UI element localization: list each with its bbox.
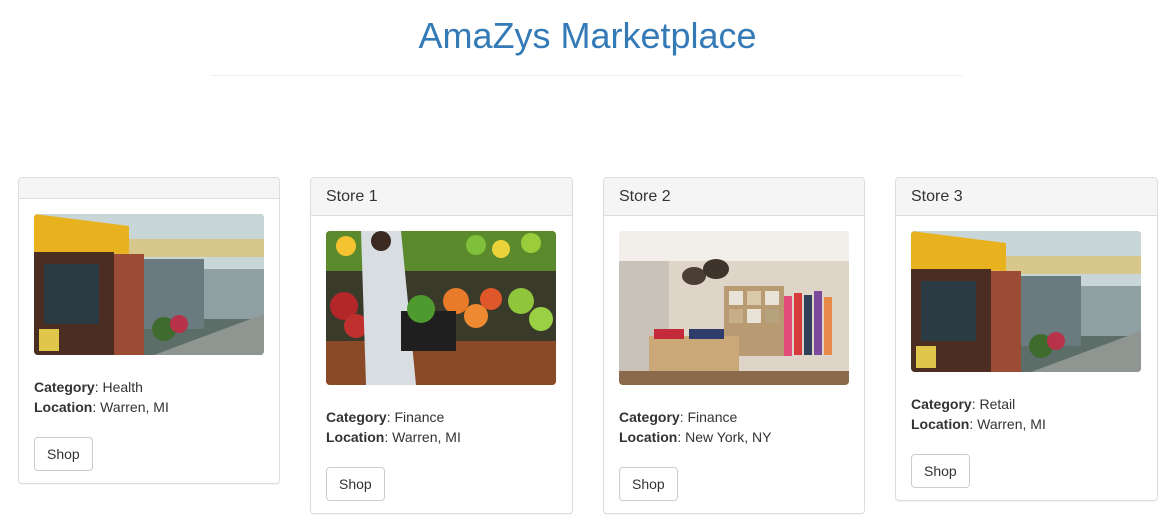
category-value: Finance [687, 409, 738, 425]
store-details: Category: Health Location: Warren, MI [34, 377, 264, 417]
category-row: Category: Finance [619, 409, 738, 425]
location-value: Warren, MI [392, 429, 461, 445]
shop-button[interactable]: Shop [34, 437, 93, 471]
store-card: Store 2 Category: Finance Location: New … [603, 177, 865, 514]
store-details: Category: Retail Location: Warren, MI [911, 394, 1142, 434]
location-value: Warren, MI [977, 416, 1046, 432]
store-card-body: Category: Finance Location: Warren, MI S… [311, 216, 572, 516]
storefront-image [911, 231, 1141, 372]
store-card-body: Category: Finance Location: New York, NY… [604, 216, 864, 516]
category-label: Category [619, 409, 680, 425]
category-row: Category: Finance [326, 409, 445, 425]
location-label: Location [619, 429, 678, 445]
store-card-heading: Store 2 [604, 178, 864, 216]
location-value: Warren, MI [100, 399, 169, 415]
location-row: Location: Warren, MI [34, 399, 169, 415]
category-value: Retail [979, 396, 1016, 412]
location-value: New York, NY [685, 429, 772, 445]
category-label: Category [34, 379, 95, 395]
store-card-body: Category: Health Location: Warren, MI Sh… [19, 199, 279, 486]
location-row: Location: New York, NY [619, 429, 772, 445]
store-card-body: Category: Retail Location: Warren, MI Sh… [896, 216, 1157, 503]
location-row: Location: Warren, MI [911, 416, 1046, 432]
storefront-image [34, 214, 264, 355]
location-row: Location: Warren, MI [326, 429, 461, 445]
category-row: Category: Health [34, 379, 143, 395]
store-card: Store 1 Category: Finance Location: Warr… [310, 177, 573, 514]
category-row: Category: Retail [911, 396, 1016, 412]
shop-button[interactable]: Shop [619, 467, 678, 501]
store-name: Store 1 [326, 187, 378, 205]
location-label: Location [326, 429, 385, 445]
category-value: Health [102, 379, 143, 395]
produce-image [326, 231, 556, 385]
store-card-heading [19, 178, 279, 199]
store-details: Category: Finance Location: Warren, MI [326, 407, 557, 447]
category-label: Category [911, 396, 972, 412]
shop-button[interactable]: Shop [326, 467, 385, 501]
store-name: Store 3 [911, 187, 963, 205]
store-card: Store 3 Category: Retail Location: Warre… [895, 177, 1158, 501]
shop-button[interactable]: Shop [911, 454, 970, 488]
category-value: Finance [394, 409, 445, 425]
store-image [34, 214, 264, 355]
location-label: Location [34, 399, 93, 415]
store-card: Category: Health Location: Warren, MI Sh… [18, 177, 280, 484]
store-details: Category: Finance Location: New York, NY [619, 407, 849, 447]
boutique-image [619, 231, 849, 385]
store-card-heading: Store 1 [311, 178, 572, 216]
location-label: Location [911, 416, 970, 432]
store-image [619, 231, 849, 385]
store-image [911, 231, 1141, 372]
store-name: Store 2 [619, 187, 671, 205]
store-image [326, 231, 556, 385]
title-divider [212, 75, 963, 76]
page-title: AmaZys Marketplace [418, 15, 757, 56]
category-label: Category [326, 409, 387, 425]
store-card-heading: Store 3 [896, 178, 1157, 216]
